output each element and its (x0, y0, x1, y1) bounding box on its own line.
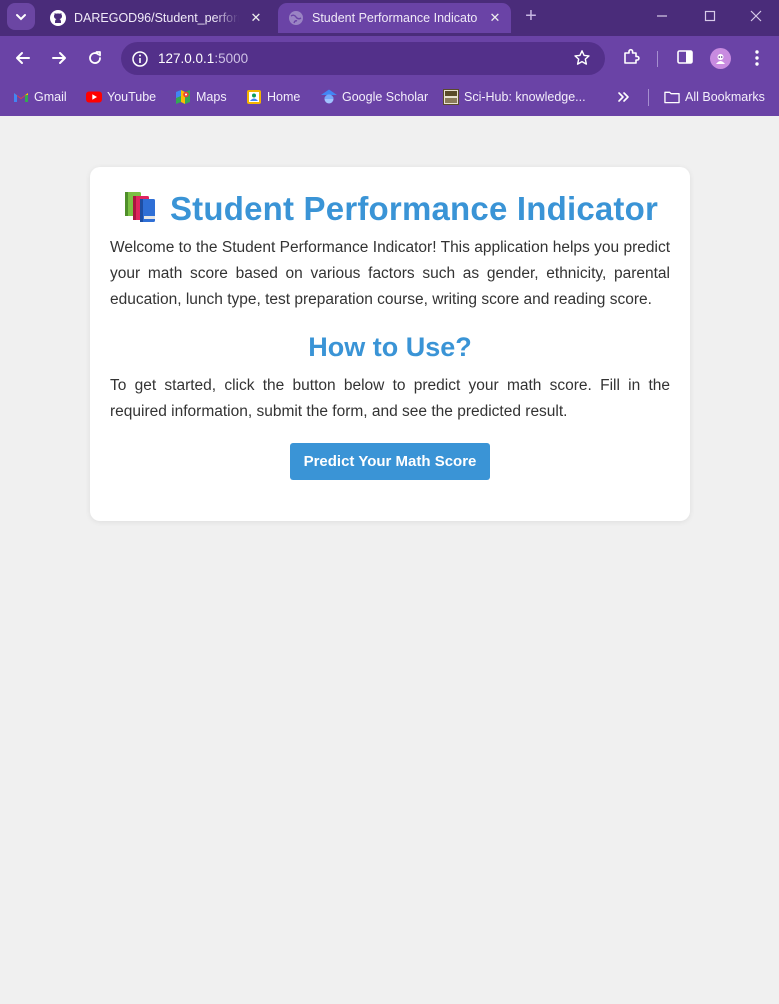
bookmark-label: Maps (196, 90, 227, 104)
bookmark-google-scholar[interactable]: Google Scholar (321, 87, 428, 107)
extensions-icon[interactable] (621, 47, 641, 67)
profile-icon (716, 54, 725, 64)
bookmark-label: Sci-Hub: knowledge... (464, 90, 586, 104)
url-port: :5000 (214, 51, 249, 66)
tab-title: DAREGOD96/Student_performance (74, 11, 239, 25)
gmail-icon (13, 89, 29, 105)
browser-toolbar: 127.0.0.1:5000 (0, 36, 779, 80)
all-bookmarks-button[interactable]: All Bookmarks (664, 87, 765, 107)
info-card: Student Performance Indicator Welcome to… (90, 167, 690, 521)
tab-search-button[interactable] (7, 3, 35, 30)
bookmarks-divider (648, 89, 649, 106)
minimize-icon[interactable] (647, 4, 677, 28)
url-text: 127.0.0.1:5000 (158, 51, 248, 66)
chevron-down-icon (16, 13, 26, 20)
tab-student-performance[interactable]: Student Performance Indicator ✕ (278, 3, 511, 33)
profile-avatar[interactable] (710, 48, 731, 69)
bookmark-label: YouTube (107, 90, 157, 104)
how-to-use-heading: How to Use? (308, 332, 472, 362)
bookmark-youtube[interactable]: YouTube (86, 87, 156, 107)
tab-strip: DAREGOD96/Student_performance ✕ Student … (0, 0, 779, 36)
maps-icon (175, 89, 191, 105)
youtube-icon (86, 89, 102, 105)
bookmark-gmail[interactable]: Gmail (13, 87, 67, 107)
how-to-use-paragraph: To get started, click the button below t… (110, 377, 670, 420)
bookmark-label: Gmail (34, 90, 67, 104)
all-bookmarks-label: All Bookmarks (685, 90, 765, 104)
scihub-icon (443, 89, 459, 105)
url-host: 127.0.0.1 (158, 51, 215, 66)
close-icon[interactable]: ✕ (487, 10, 503, 26)
side-panel-icon[interactable] (675, 47, 695, 67)
page-viewport: Student Performance Indicator Welcome to… (0, 116, 779, 1004)
bookmark-sci-hub[interactable]: Sci-Hub: knowledge... (443, 87, 586, 107)
more-bookmarks-icon[interactable] (617, 87, 631, 107)
menu-icon[interactable] (747, 48, 767, 68)
folder-icon (664, 89, 680, 105)
button-container: Predict Your Math Score (110, 443, 670, 480)
intro-paragraph: Welcome to the Student Performance Indic… (110, 239, 670, 308)
close-icon[interactable]: ✕ (248, 10, 264, 26)
tab-title: Student Performance Indicator (312, 11, 477, 25)
address-bar[interactable]: 127.0.0.1:5000 (121, 42, 605, 75)
globe-icon (288, 10, 304, 26)
reload-icon[interactable] (83, 46, 107, 70)
site-info-icon[interactable] (131, 50, 149, 68)
bookmark-star-icon[interactable] (573, 49, 591, 67)
books-icon (124, 192, 155, 222)
forward-icon[interactable] (47, 46, 71, 70)
github-icon (50, 10, 66, 26)
toolbar-divider (657, 51, 658, 67)
bookmark-label: Google Scholar (342, 90, 429, 104)
bookmarks-bar: Gmail YouTube Maps Home Google Scholar S… (0, 80, 779, 116)
page-title-text: Student Performance Indicator (169, 190, 659, 227)
bookmark-label: Home (267, 90, 301, 104)
tab-github[interactable]: DAREGOD96/Student_performance ✕ (40, 3, 272, 33)
home-icon (246, 89, 262, 105)
new-tab-icon[interactable]: + (519, 6, 543, 28)
predict-math-score-button[interactable]: Predict Your Math Score (289, 443, 491, 480)
page-title: Student Performance Indicator (110, 189, 670, 229)
back-icon[interactable] (11, 46, 35, 70)
bookmark-maps[interactable]: Maps (175, 87, 227, 107)
bookmark-home[interactable]: Home (246, 87, 300, 107)
scholar-icon (321, 89, 337, 105)
maximize-icon[interactable] (695, 4, 725, 28)
window-close-icon[interactable] (741, 4, 771, 28)
